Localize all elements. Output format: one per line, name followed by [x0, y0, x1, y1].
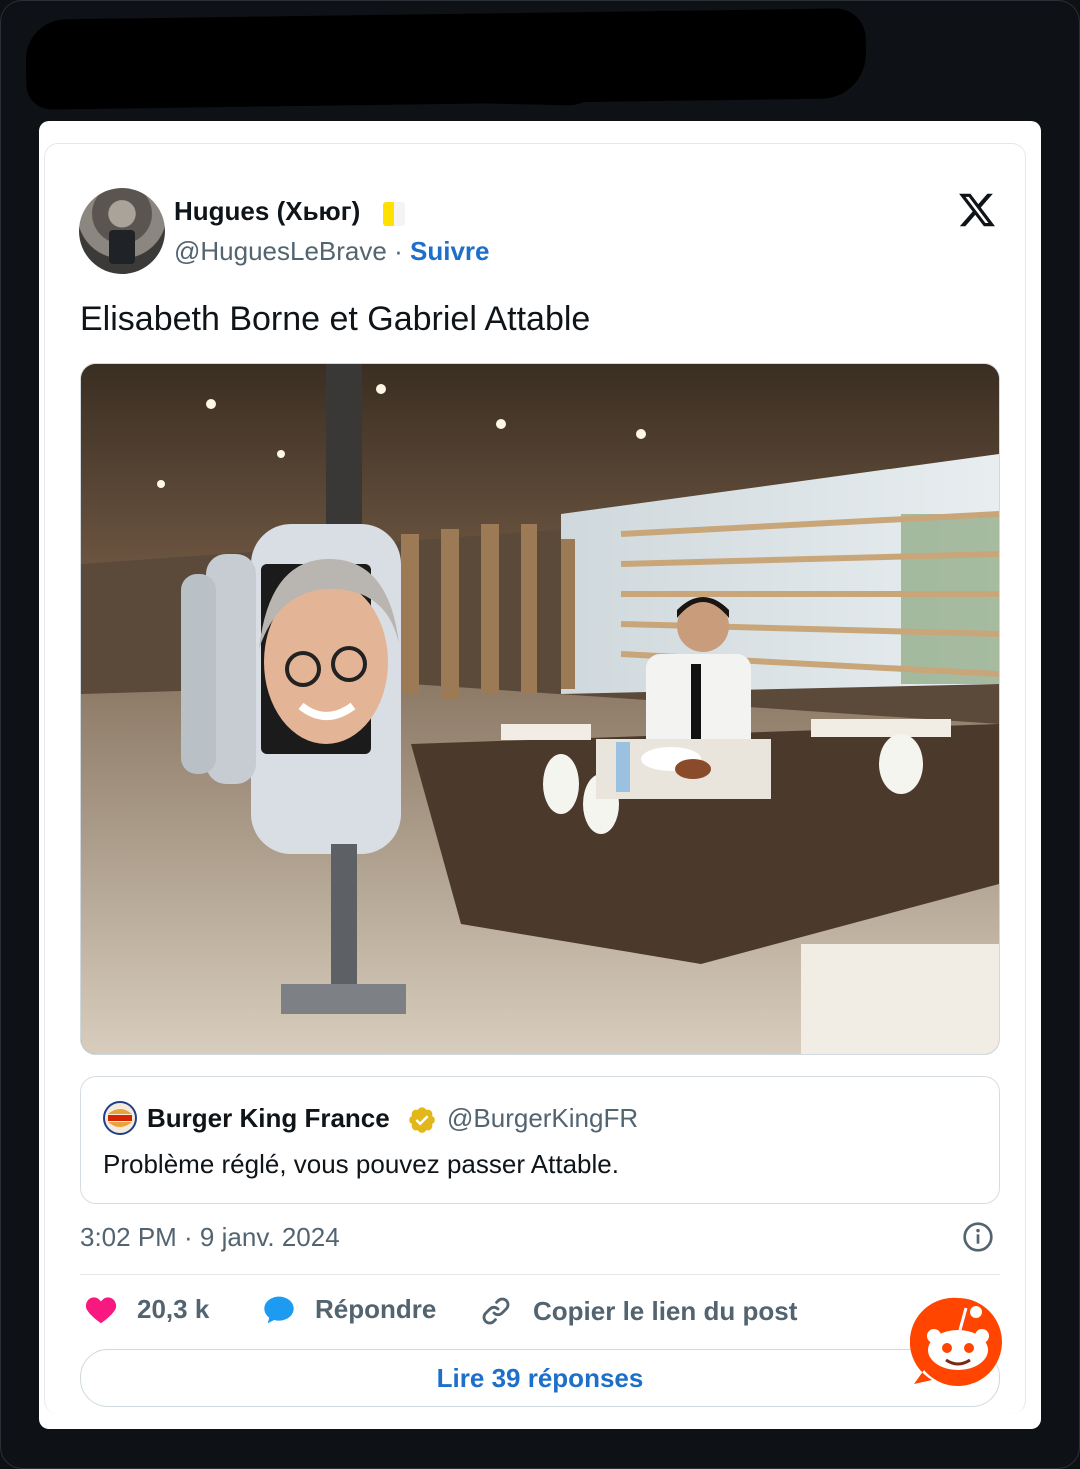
follow-button[interactable]: Suivre: [410, 236, 490, 266]
divider: [80, 1274, 1000, 1275]
reddit-snoo-icon: [910, 1297, 1002, 1386]
restaurant-photo-illustration: [81, 364, 999, 1054]
x-logo-icon[interactable]: [957, 190, 997, 230]
tweet-text: Elisabeth Borne et Gabriel Attable: [80, 300, 591, 338]
author-name[interactable]: Hugues (Хьюг): [174, 196, 360, 227]
like-count: 20,3 k: [137, 1294, 210, 1324]
quoted-text: Problème réglé, vous pouvez passer Attab…: [103, 1149, 619, 1179]
timestamp-link[interactable]: 3:02 PM · 9 janv. 2024: [80, 1222, 340, 1253]
vatican-flag-icon: [383, 202, 405, 226]
separator: ·: [394, 236, 403, 266]
handle-row: @HuguesLeBrave · Suivre: [174, 236, 490, 267]
verified-badge-icon: [409, 1107, 435, 1133]
copy-link-label: Copier le lien du post: [533, 1295, 798, 1326]
reply-bubble-icon: [264, 1296, 294, 1323]
reply-label: Répondre: [315, 1294, 437, 1324]
link-icon: [482, 1297, 510, 1325]
author-handle[interactable]: @HuguesLeBrave: [174, 236, 387, 266]
avatar[interactable]: [79, 188, 165, 274]
quoted-author-name[interactable]: Burger King France: [147, 1103, 390, 1134]
tweet-embed-card: Hugues (Хьюг) @HuguesLeBrave · Suivre El…: [39, 121, 1041, 1429]
read-replies-button[interactable]: Lire 39 réponses: [80, 1349, 1000, 1407]
tweet-embed: Hugues (Хьюг) @HuguesLeBrave · Suivre El…: [44, 143, 1026, 1414]
burger-king-logo-icon: [103, 1101, 137, 1135]
like-button[interactable]: 20,3 k: [85, 1294, 209, 1325]
quoted-author-handle[interactable]: @BurgerKingFR: [447, 1103, 638, 1134]
quoted-tweet[interactable]: Burger King France @BurgerKingFR Problèm…: [80, 1076, 1000, 1204]
reply-button[interactable]: Répondre: [263, 1294, 436, 1325]
info-icon[interactable]: [962, 1221, 994, 1253]
heart-icon: [85, 1296, 117, 1323]
copy-link-button[interactable]: Copier le lien du post: [479, 1294, 797, 1328]
redaction-scribble: [39, 34, 601, 106]
tweet-photo[interactable]: [80, 363, 1000, 1055]
